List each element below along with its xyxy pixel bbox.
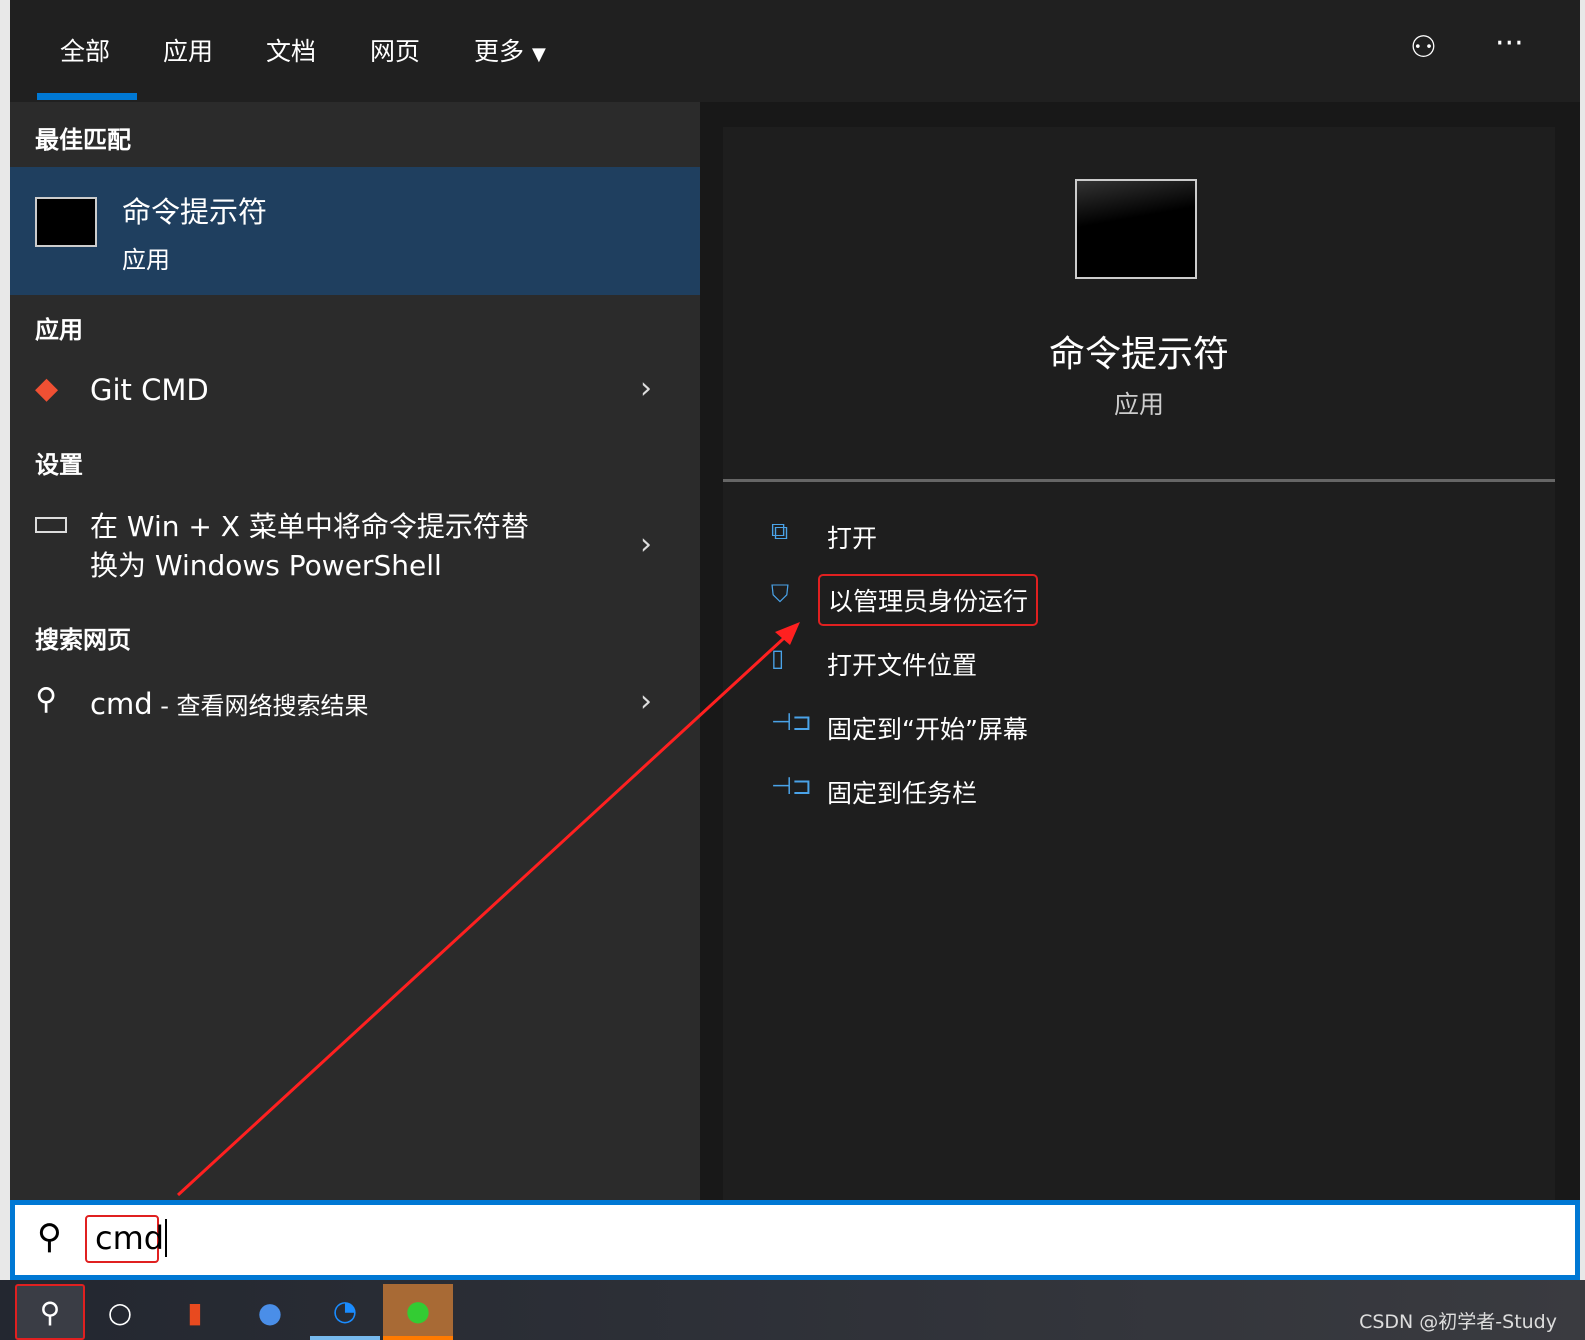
annotation-arrow	[176, 622, 800, 1197]
office-icon[interactable]: ▮	[160, 1284, 230, 1340]
wechat-icon[interactable]: ●	[383, 1284, 453, 1340]
app-icon[interactable]: ●	[235, 1284, 305, 1340]
search-box[interactable]: ⚲ cmd	[10, 1200, 1580, 1280]
search-icon: ⚲	[37, 1217, 62, 1257]
watermark: CSDN @初学者-Study	[1359, 1311, 1557, 1333]
taskbar-search-icon[interactable]: ⚲	[15, 1284, 85, 1340]
cortana-icon[interactable]: ○	[85, 1284, 155, 1340]
edge-icon[interactable]: ◔	[310, 1284, 380, 1340]
search-input[interactable]: cmd	[95, 1219, 168, 1257]
